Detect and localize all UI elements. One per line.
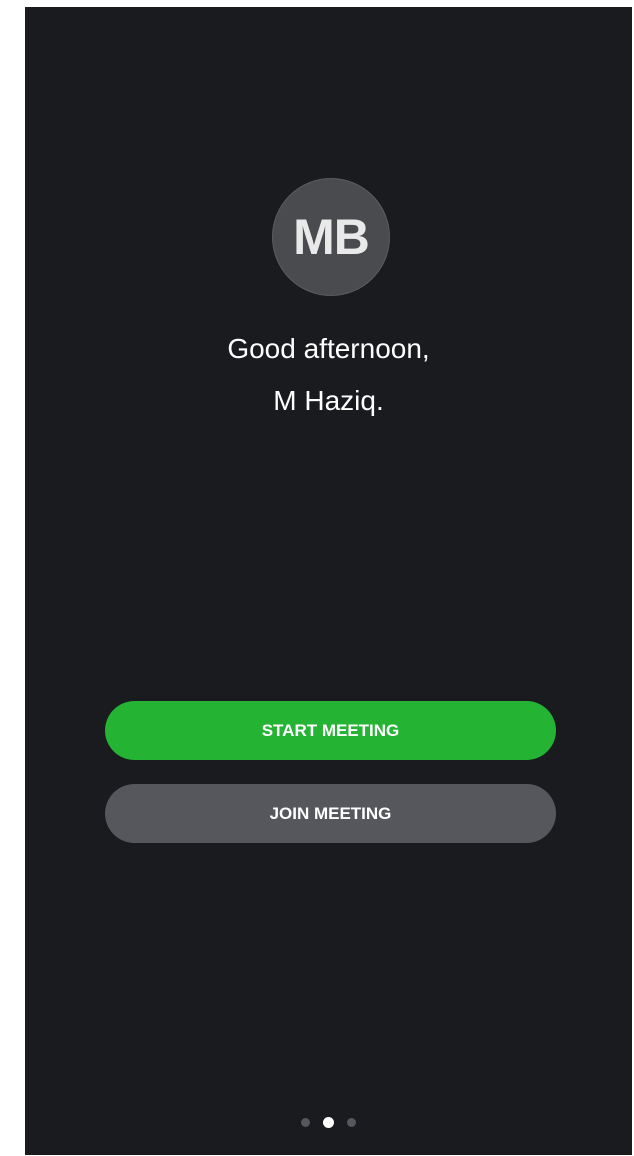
avatar[interactable]: MB — [272, 178, 390, 296]
start-meeting-button[interactable]: START MEETING — [105, 701, 556, 760]
join-meeting-label: JOIN MEETING — [269, 803, 392, 823]
start-meeting-label: START MEETING — [261, 720, 400, 740]
greeting-line: Good afternoon, — [227, 333, 430, 364]
user-name: M Haziq. — [273, 385, 384, 416]
page-dot-3[interactable] — [347, 1117, 356, 1127]
home-screen: MB Good afternoon, M Haziq. START MEETIN… — [25, 7, 632, 1155]
page-indicator — [25, 1115, 632, 1129]
avatar-initials: MB — [293, 209, 370, 265]
join-meeting-button[interactable]: JOIN MEETING — [105, 784, 556, 843]
page-dot-2[interactable] — [323, 1116, 334, 1128]
page-dot-1[interactable] — [301, 1117, 310, 1127]
